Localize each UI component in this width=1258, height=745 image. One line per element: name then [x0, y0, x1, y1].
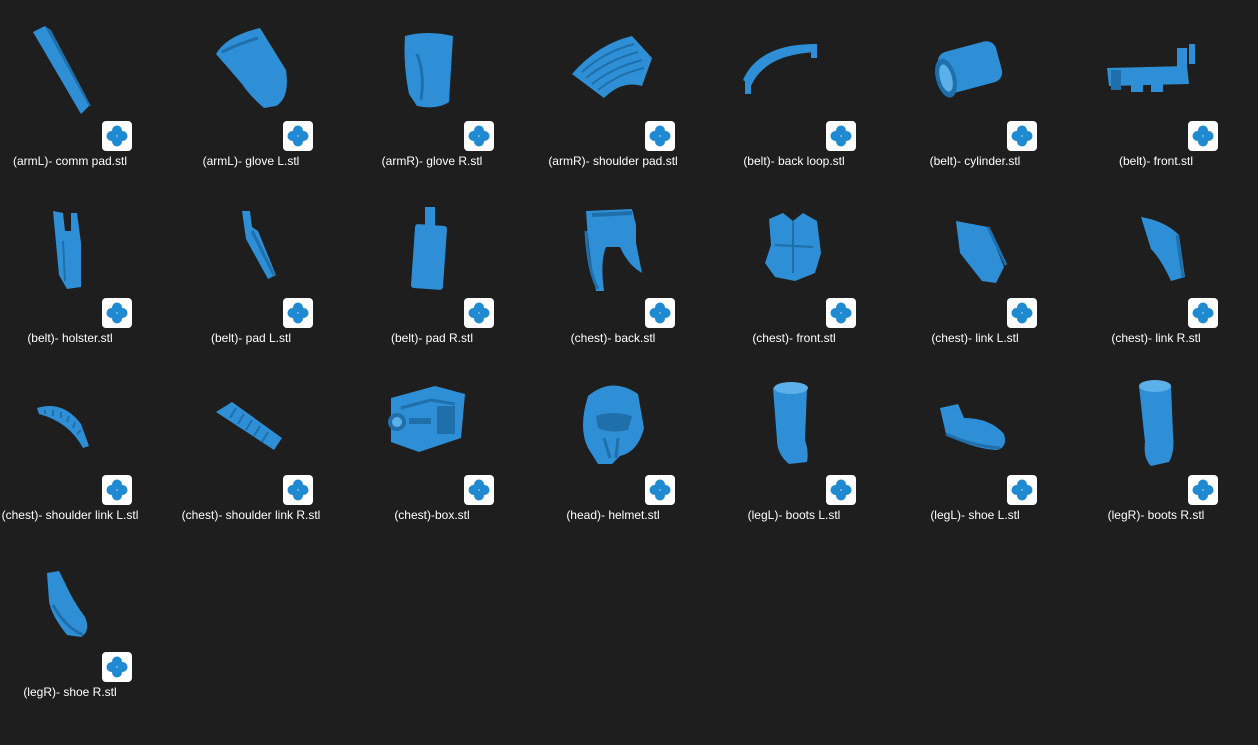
3d-viewer-app-icon [102, 652, 132, 682]
3d-viewer-app-icon [1007, 298, 1037, 328]
shoe-r-model-thumbnail [5, 545, 135, 650]
file-name-label: (belt)- holster.stl [27, 331, 113, 345]
back-loop-model-thumbnail [729, 14, 859, 119]
chest-front-model-thumbnail [729, 191, 859, 296]
3d-viewer-app-icon [826, 298, 856, 328]
pad-l-model-thumbnail [186, 191, 316, 296]
chest-box-model-thumbnail [367, 368, 497, 473]
file-tile-glove-r[interactable]: (armR)- glove R.stl [347, 4, 517, 174]
file-name-label: (armL)- comm pad.stl [12, 154, 128, 168]
shoulder-link-l-model-thumbnail [5, 368, 135, 473]
file-tile-pad-l[interactable]: (belt)- pad L.stl [166, 181, 336, 351]
file-name-label: (belt)- front.stl [1118, 154, 1193, 168]
file-name-label: (chest)-box.stl [394, 508, 470, 522]
file-name-label: (legL)- shoe L.stl [930, 508, 1020, 522]
3d-viewer-app-icon [1007, 475, 1037, 505]
3d-viewer-app-icon [102, 475, 132, 505]
3d-viewer-app-icon [283, 298, 313, 328]
file-tile-pad-r[interactable]: (belt)- pad R.stl [347, 181, 517, 351]
3d-viewer-app-icon [645, 298, 675, 328]
file-tile-shoe-r[interactable]: (legR)- shoe R.stl [0, 535, 155, 705]
file-tile-helmet[interactable]: (head)- helmet.stl [528, 358, 698, 528]
3d-viewer-app-icon [1188, 475, 1218, 505]
file-name-label: (armR)- glove R.stl [381, 154, 483, 168]
boots-r-model-thumbnail [1091, 368, 1221, 473]
3d-viewer-app-icon [464, 121, 494, 151]
file-tile-boots-r[interactable]: (legR)- boots R.stl [1071, 358, 1241, 528]
shoe-l-model-thumbnail [910, 368, 1040, 473]
link-r-model-thumbnail [1091, 191, 1221, 296]
3d-viewer-app-icon [1188, 121, 1218, 151]
3d-viewer-app-icon [1007, 121, 1037, 151]
file-tile-shoe-l[interactable]: (legL)- shoe L.stl [890, 358, 1060, 528]
file-tile-holster[interactable]: (belt)- holster.stl [0, 181, 155, 351]
file-name-label: (head)- helmet.stl [566, 508, 660, 522]
3d-viewer-app-icon [283, 121, 313, 151]
file-tile-link-r[interactable]: (chest)- link R.stl [1071, 181, 1241, 351]
file-tile-shoulder-pad[interactable]: (armR)- shoulder pad.stl [528, 4, 698, 174]
3d-viewer-app-icon [826, 121, 856, 151]
file-name-label: (chest)- front.stl [752, 331, 836, 345]
file-icon-grid: (armL)- comm pad.stl (armL)- glove L.stl [0, 0, 1258, 745]
file-tile-chest-box[interactable]: (chest)-box.stl [347, 358, 517, 528]
3d-viewer-app-icon [102, 298, 132, 328]
file-name-label: (chest)- shoulder link L.stl [1, 508, 139, 522]
glove-r-model-thumbnail [367, 14, 497, 119]
chest-back-model-thumbnail [548, 191, 678, 296]
file-name-label: (legR)- shoe R.stl [23, 685, 117, 699]
3d-viewer-app-icon [464, 475, 494, 505]
3d-viewer-app-icon [645, 121, 675, 151]
link-l-model-thumbnail [910, 191, 1040, 296]
file-tile-shoulder-link-l[interactable]: (chest)- shoulder link L.stl [0, 358, 155, 528]
file-tile-boots-l[interactable]: (legL)- boots L.stl [709, 358, 879, 528]
file-name-label: (legR)- boots R.stl [1107, 508, 1205, 522]
file-name-label: (belt)- cylinder.stl [929, 154, 1021, 168]
file-name-label: (belt)- back loop.stl [743, 154, 845, 168]
file-name-label: (chest)- shoulder link R.stl [181, 508, 321, 522]
shoulder-link-r-model-thumbnail [186, 368, 316, 473]
file-tile-back-loop[interactable]: (belt)- back loop.stl [709, 4, 879, 174]
file-tile-cylinder[interactable]: (belt)- cylinder.stl [890, 4, 1060, 174]
comm-pad-model-thumbnail [5, 14, 135, 119]
file-tile-shoulder-link-r[interactable]: (chest)- shoulder link R.stl [166, 358, 336, 528]
3d-viewer-app-icon [283, 475, 313, 505]
glove-l-model-thumbnail [186, 14, 316, 119]
3d-viewer-app-icon [102, 121, 132, 151]
3d-viewer-app-icon [464, 298, 494, 328]
cylinder-model-thumbnail [910, 14, 1040, 119]
helmet-model-thumbnail [548, 368, 678, 473]
shoulder-pad-model-thumbnail [548, 14, 678, 119]
file-name-label: (armL)- glove L.stl [202, 154, 300, 168]
file-tile-link-l[interactable]: (chest)- link L.stl [890, 181, 1060, 351]
file-tile-glove-l[interactable]: (armL)- glove L.stl [166, 4, 336, 174]
file-name-label: (chest)- link R.stl [1111, 331, 1201, 345]
boots-l-model-thumbnail [729, 368, 859, 473]
3d-viewer-app-icon [826, 475, 856, 505]
file-tile-comm-pad[interactable]: (armL)- comm pad.stl [0, 4, 155, 174]
file-name-label: (chest)- back.stl [570, 331, 656, 345]
3d-viewer-app-icon [1188, 298, 1218, 328]
file-name-label: (belt)- pad L.stl [210, 331, 292, 345]
belt-front-model-thumbnail [1091, 14, 1221, 119]
file-tile-chest-back[interactable]: (chest)- back.stl [528, 181, 698, 351]
file-tile-chest-front[interactable]: (chest)- front.stl [709, 181, 879, 351]
file-name-label: (legL)- boots L.stl [747, 508, 841, 522]
file-tile-belt-front[interactable]: (belt)- front.stl [1071, 4, 1241, 174]
file-name-label: (chest)- link L.stl [931, 331, 1019, 345]
file-name-label: (belt)- pad R.stl [390, 331, 474, 345]
3d-viewer-app-icon [645, 475, 675, 505]
holster-model-thumbnail [5, 191, 135, 296]
file-name-label: (armR)- shoulder pad.stl [548, 154, 678, 168]
pad-r-model-thumbnail [367, 191, 497, 296]
